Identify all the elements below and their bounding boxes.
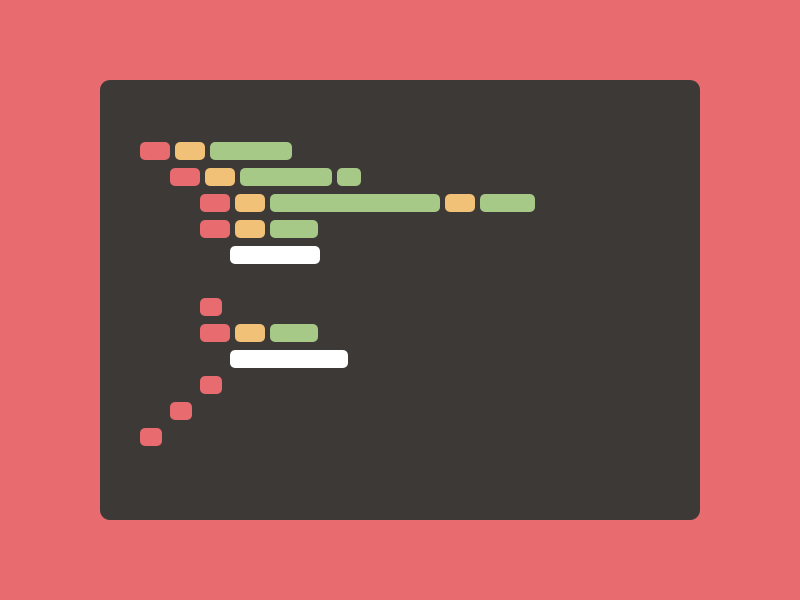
code-token — [170, 168, 200, 186]
code-token — [230, 350, 348, 368]
close-button[interactable] — [116, 94, 126, 104]
code-line — [140, 298, 684, 316]
code-token — [337, 168, 361, 186]
code-token — [210, 142, 292, 160]
code-content — [116, 134, 684, 446]
blank-line — [140, 272, 684, 290]
code-token — [270, 194, 440, 212]
code-token — [240, 168, 332, 186]
minimize-button[interactable] — [134, 94, 144, 104]
code-token — [175, 142, 205, 160]
code-token — [480, 194, 535, 212]
code-token — [205, 168, 235, 186]
code-line — [140, 246, 684, 264]
code-token — [235, 194, 265, 212]
code-token — [445, 194, 475, 212]
code-token — [235, 220, 265, 238]
code-token — [200, 298, 222, 316]
code-line — [140, 324, 684, 342]
code-line — [140, 142, 684, 160]
window-controls — [116, 94, 684, 104]
code-line — [140, 194, 684, 212]
code-token — [140, 428, 162, 446]
code-token — [200, 194, 230, 212]
code-line — [140, 428, 684, 446]
code-line — [140, 402, 684, 420]
code-token — [200, 324, 230, 342]
code-token — [230, 246, 320, 264]
code-token — [235, 324, 265, 342]
code-token — [270, 324, 318, 342]
code-line — [140, 350, 684, 368]
code-token — [270, 220, 318, 238]
code-line — [140, 220, 684, 238]
code-token — [200, 220, 230, 238]
code-editor-window — [100, 80, 700, 520]
maximize-button[interactable] — [152, 94, 162, 104]
code-line — [140, 168, 684, 186]
code-token — [170, 402, 192, 420]
code-token — [200, 376, 222, 394]
code-token — [140, 142, 170, 160]
code-line — [140, 376, 684, 394]
